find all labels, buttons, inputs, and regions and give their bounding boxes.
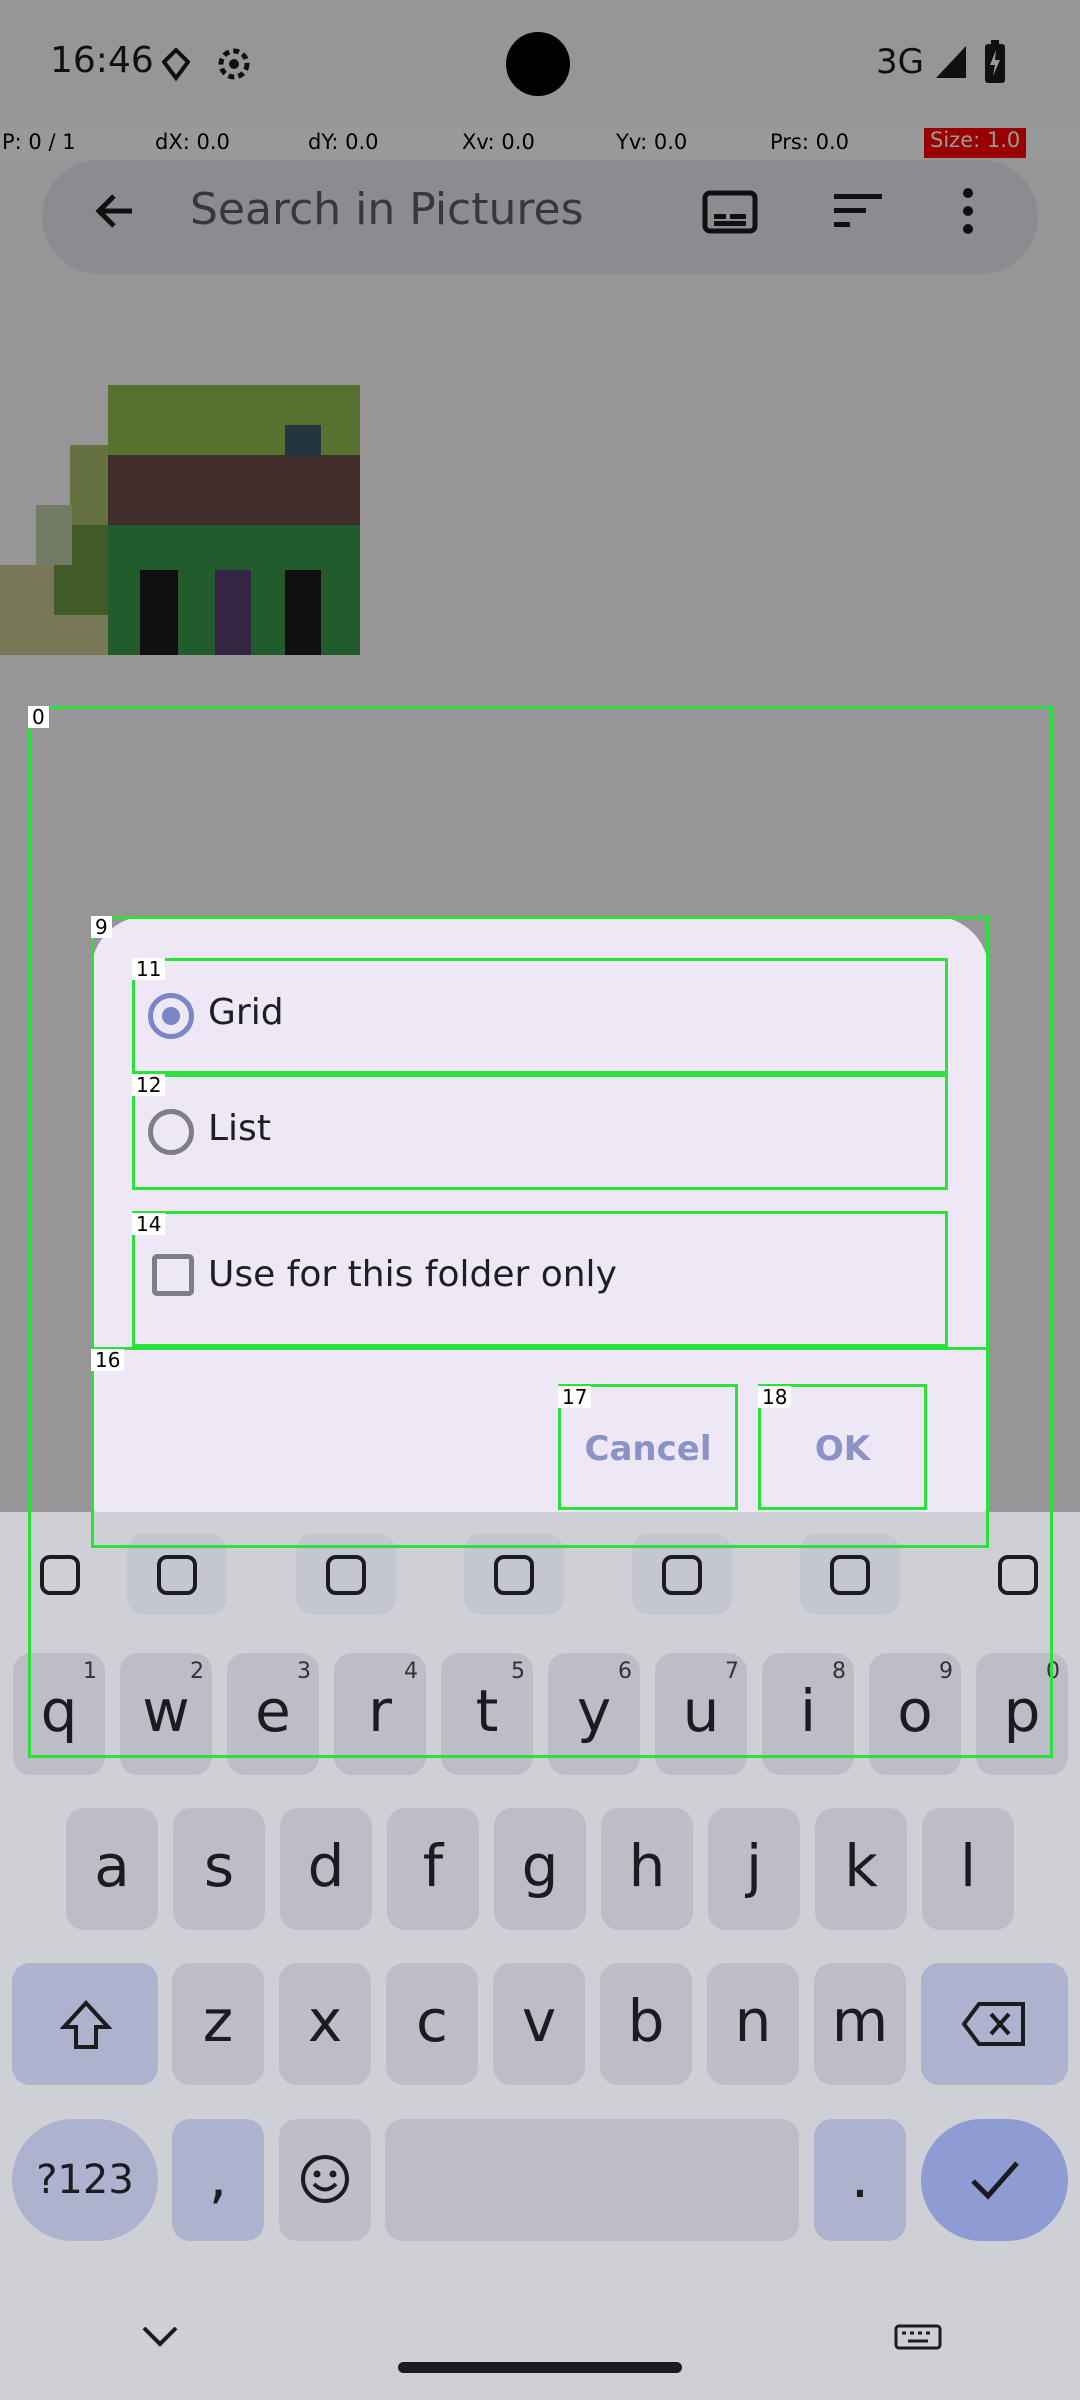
backspace-key[interactable] bbox=[921, 1963, 1068, 2085]
shift-key[interactable] bbox=[12, 1963, 158, 2085]
enter-key[interactable] bbox=[921, 2119, 1068, 2241]
emoji-key[interactable] bbox=[279, 2119, 371, 2241]
key-j[interactable]: j bbox=[708, 1808, 800, 1930]
key-label: k bbox=[844, 1832, 878, 1900]
overlay-box-12 bbox=[132, 1074, 948, 1190]
key-label: c bbox=[416, 1987, 448, 2055]
key-label: a bbox=[94, 1832, 130, 1900]
backspace-icon bbox=[961, 2001, 1027, 2047]
key-label: b bbox=[627, 1987, 665, 2055]
comma-key[interactable]: , bbox=[172, 2119, 264, 2241]
overlay-label-18: 18 bbox=[758, 1386, 792, 1408]
key-g[interactable]: g bbox=[494, 1808, 586, 1930]
key-v[interactable]: v bbox=[493, 1963, 585, 2085]
overlay-label-12: 12 bbox=[132, 1074, 166, 1096]
hide-keyboard-chevron-icon[interactable] bbox=[140, 2322, 180, 2350]
key-label: d bbox=[307, 1832, 345, 1900]
emoji-icon bbox=[299, 2153, 351, 2205]
key-c[interactable]: c bbox=[386, 1963, 478, 2085]
period-key-label: . bbox=[850, 2143, 870, 2211]
overlay-label-14: 14 bbox=[132, 1213, 166, 1235]
key-label: h bbox=[628, 1832, 666, 1900]
key-label: v bbox=[521, 1987, 557, 2055]
key-h[interactable]: h bbox=[601, 1808, 693, 1930]
key-label: j bbox=[745, 1832, 763, 1900]
key-a[interactable]: a bbox=[66, 1808, 158, 1930]
key-k[interactable]: k bbox=[815, 1808, 907, 1930]
key-n[interactable]: n bbox=[707, 1963, 799, 2085]
overlay-label-0: 0 bbox=[28, 706, 49, 728]
key-m[interactable]: m bbox=[814, 1963, 906, 2085]
space-key[interactable] bbox=[385, 2119, 799, 2241]
key-b[interactable]: b bbox=[600, 1963, 692, 2085]
gesture-handle[interactable] bbox=[398, 2362, 682, 2373]
key-f[interactable]: f bbox=[387, 1808, 479, 1930]
shift-icon bbox=[60, 1999, 112, 2051]
overlay-box-14 bbox=[132, 1211, 948, 1347]
comma-key-label: , bbox=[208, 2143, 228, 2211]
overlay-label-16: 16 bbox=[91, 1349, 125, 1371]
overlay-box-11 bbox=[132, 958, 948, 1074]
key-label: l bbox=[959, 1832, 977, 1900]
key-label: f bbox=[422, 1832, 444, 1900]
key-x[interactable]: x bbox=[279, 1963, 371, 2085]
key-d[interactable]: d bbox=[280, 1808, 372, 1930]
overlay-label-11: 11 bbox=[132, 958, 166, 980]
key-label: g bbox=[521, 1832, 559, 1900]
key-l[interactable]: l bbox=[922, 1808, 1014, 1930]
overlay-label-9: 9 bbox=[91, 916, 112, 938]
key-s[interactable]: s bbox=[173, 1808, 265, 1930]
keyboard-switch-icon[interactable] bbox=[894, 2324, 942, 2350]
period-key[interactable]: . bbox=[814, 2119, 906, 2241]
key-label: s bbox=[203, 1832, 235, 1900]
key-label: m bbox=[831, 1987, 889, 2055]
checkmark-icon bbox=[969, 2157, 1021, 2203]
key-label: z bbox=[202, 1987, 234, 2055]
overlay-label-17: 17 bbox=[558, 1386, 592, 1408]
key-label: n bbox=[734, 1987, 772, 2055]
key-label: x bbox=[307, 1987, 343, 2055]
symbols-key-label: ?123 bbox=[36, 2157, 134, 2203]
symbols-key[interactable]: ?123 bbox=[12, 2119, 158, 2241]
key-z[interactable]: z bbox=[172, 1963, 264, 2085]
